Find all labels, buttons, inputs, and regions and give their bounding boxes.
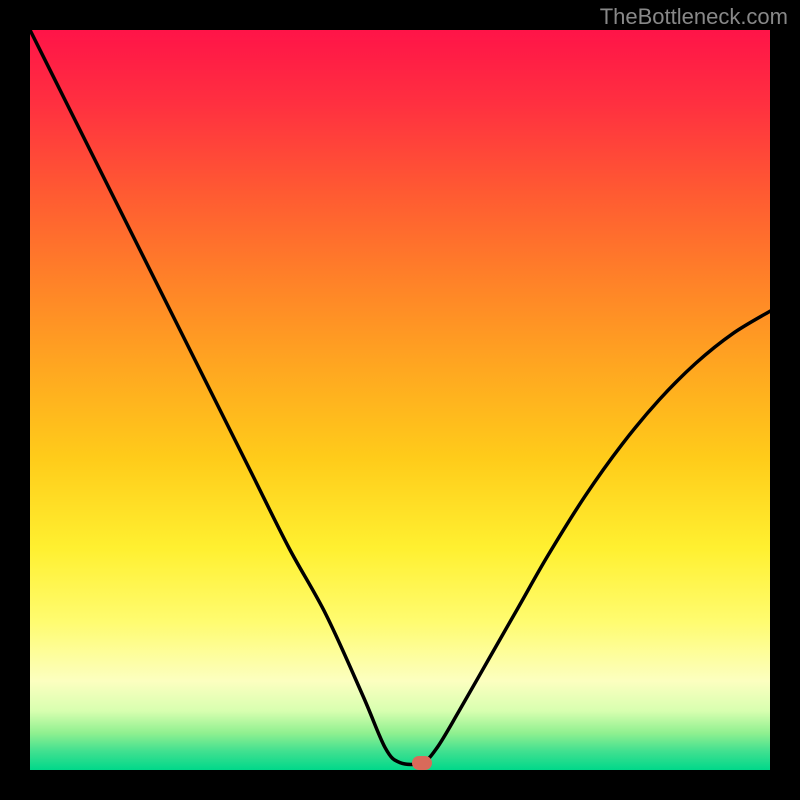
plot-area	[30, 30, 770, 770]
watermark-text: TheBottleneck.com	[600, 4, 788, 30]
chart-container: TheBottleneck.com	[0, 0, 800, 800]
bottleneck-curve	[30, 30, 770, 764]
optimal-point-marker	[412, 756, 432, 770]
curve-svg	[30, 30, 770, 770]
